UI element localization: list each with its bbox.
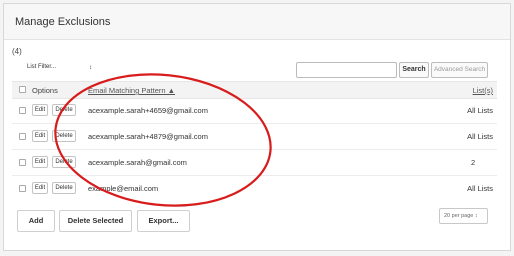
table-row: Edit Delete acexample.sarah+4879@gmail.c…: [12, 124, 497, 150]
options-header: Options: [32, 86, 58, 95]
row-lists: All Lists: [467, 106, 493, 115]
table-row: Edit Delete example@email.com All Lists: [12, 176, 497, 201]
edit-button[interactable]: Edit: [32, 104, 48, 116]
row-lists: All Lists: [467, 132, 493, 141]
result-count: (4): [12, 47, 22, 56]
delete-button[interactable]: Delete: [52, 156, 76, 168]
table-row: Edit Delete acexample.sarah@gmail.com 2: [12, 150, 497, 176]
email-pattern: acexample.sarah+4879@gmail.com: [88, 132, 208, 141]
row-checkbox[interactable]: [19, 159, 26, 166]
table-header: Options Email Matching Pattern ▲ List(s): [12, 81, 497, 99]
export-button[interactable]: Export...: [137, 210, 190, 232]
edit-button[interactable]: Edit: [32, 182, 48, 194]
row-checkbox[interactable]: [19, 107, 26, 114]
lists-sort-header[interactable]: List(s): [473, 86, 493, 95]
delete-button[interactable]: Delete: [52, 104, 76, 116]
search-button[interactable]: Search: [399, 62, 429, 78]
advanced-search-button[interactable]: Advanced Search: [431, 62, 488, 78]
delete-selected-button[interactable]: Delete Selected: [59, 210, 132, 232]
edit-button[interactable]: Edit: [32, 156, 48, 168]
add-button[interactable]: Add: [17, 210, 55, 232]
per-page-select[interactable]: 20 per page ↕: [439, 208, 488, 224]
search-input[interactable]: [296, 62, 397, 78]
edit-button[interactable]: Edit: [32, 130, 48, 142]
select-caret-icon: ↕: [89, 65, 92, 71]
list-filter-label: List Filter...: [27, 64, 57, 70]
delete-button[interactable]: Delete: [52, 130, 76, 142]
panel-header: Manage Exclusions: [4, 4, 510, 40]
email-pattern: acexample.sarah@gmail.com: [88, 158, 187, 167]
row-checkbox[interactable]: [19, 185, 26, 192]
panel-title: Manage Exclusions: [15, 16, 111, 28]
table-row: Edit Delete acexample.sarah+4659@gmail.c…: [12, 98, 497, 124]
row-checkbox[interactable]: [19, 133, 26, 140]
row-lists: 2: [471, 158, 476, 167]
select-all-checkbox[interactable]: [19, 86, 26, 93]
delete-button[interactable]: Delete: [52, 182, 76, 194]
email-pattern-sort-header[interactable]: Email Matching Pattern ▲: [88, 86, 175, 95]
list-filter-select[interactable]: List Filter... ↕: [27, 64, 147, 77]
row-lists: All Lists: [467, 184, 493, 193]
email-pattern: example@email.com: [88, 184, 159, 193]
email-pattern: acexample.sarah+4659@gmail.com: [88, 106, 208, 115]
